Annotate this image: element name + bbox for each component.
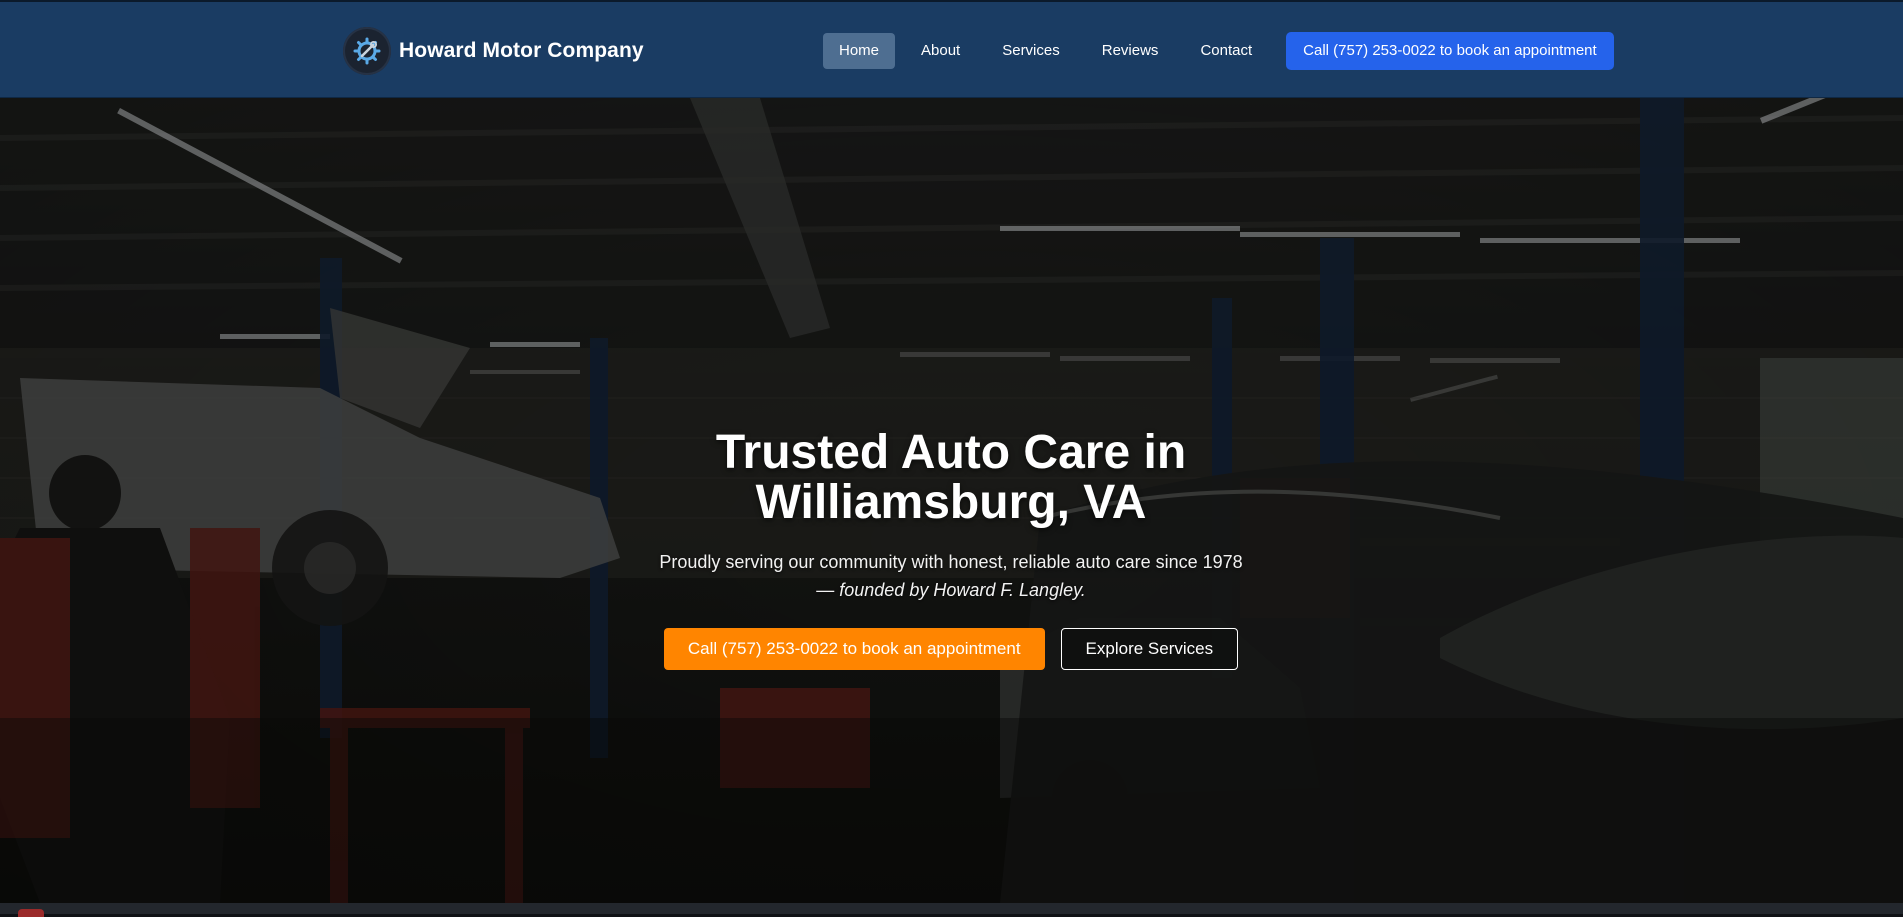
header-call-button[interactable]: Call (757) 253-0022 to book an appointme… <box>1286 32 1614 70</box>
hero-title-line-2: Williamsburg, VA <box>755 476 1147 529</box>
nav-services[interactable]: Services <box>986 33 1076 69</box>
hero-subtitle: Proudly serving our community with hones… <box>651 548 1251 604</box>
brand[interactable]: Howard Motor Company <box>343 26 644 76</box>
hero-call-button[interactable]: Call (757) 253-0022 to book an appointme… <box>663 628 1045 670</box>
bottom-strip <box>0 903 1903 917</box>
hero-actions: Call (757) 253-0022 to book an appointme… <box>651 628 1251 670</box>
hero-title: Trusted Auto Care in Williamsburg, VA <box>651 428 1251 528</box>
wrench-gear-icon <box>343 27 391 75</box>
site-header: Howard Motor Company Home About Services… <box>0 0 1903 98</box>
hero-subtitle-founder: founded by Howard F. Langley. <box>839 580 1086 600</box>
brand-name: Howard Motor Company <box>399 39 644 62</box>
nav-home[interactable]: Home <box>823 33 896 69</box>
hero-content: Trusted Auto Care in Williamsburg, VA Pr… <box>651 428 1251 670</box>
main-nav: Home About Services Reviews Contact Call… <box>823 32 1614 70</box>
bottom-tab-icon <box>18 909 44 917</box>
nav-about[interactable]: About <box>905 33 976 69</box>
hero-section: Trusted Auto Care in Williamsburg, VA Pr… <box>0 98 1903 903</box>
explore-services-button[interactable]: Explore Services <box>1060 628 1239 670</box>
nav-contact[interactable]: Contact <box>1184 33 1268 69</box>
nav-reviews[interactable]: Reviews <box>1086 33 1175 69</box>
hero-title-line-1: Trusted Auto Care in <box>715 426 1187 479</box>
